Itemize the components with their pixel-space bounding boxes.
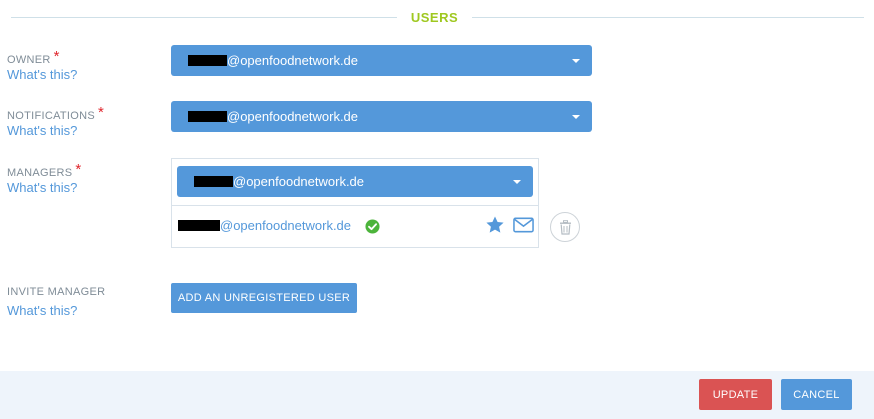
section-title: USERS bbox=[410, 10, 459, 25]
required-mark: * bbox=[53, 48, 60, 65]
chevron-down-icon bbox=[572, 115, 580, 119]
cancel-button[interactable]: CANCEL bbox=[781, 379, 852, 410]
managers-help-link[interactable]: What's this? bbox=[7, 180, 77, 195]
managers-box: @openfoodnetwork.de @openfoodnetwork.de bbox=[171, 158, 539, 248]
divider-right bbox=[472, 17, 864, 18]
star-icon[interactable] bbox=[485, 215, 505, 235]
managers-label: MANAGERS * bbox=[7, 161, 82, 180]
form-footer: UPDATE CANCEL bbox=[0, 371, 874, 419]
notifications-label: NOTIFICATIONS * bbox=[7, 104, 105, 123]
owner-label-text: OWNER bbox=[7, 54, 51, 66]
managers-label-text: MANAGERS bbox=[7, 167, 73, 179]
notifications-select-value: @openfoodnetwork.de bbox=[227, 109, 359, 124]
managers-select-value: @openfoodnetwork.de bbox=[233, 174, 365, 189]
manager-row: @openfoodnetwork.de bbox=[172, 206, 538, 248]
redacted-text bbox=[188, 55, 227, 66]
chevron-down-icon bbox=[572, 59, 580, 63]
section-header: USERS bbox=[0, 0, 874, 36]
check-circle-icon bbox=[365, 219, 380, 234]
envelope-icon[interactable] bbox=[513, 217, 534, 233]
update-button[interactable]: UPDATE bbox=[699, 379, 772, 410]
invite-manager-label: INVITE MANAGER bbox=[7, 286, 106, 298]
manager-email: @openfoodnetwork.de bbox=[220, 218, 352, 233]
invite-manager-help-link[interactable]: What's this? bbox=[7, 303, 77, 318]
notifications-label-text: NOTIFICATIONS bbox=[7, 110, 96, 122]
chevron-down-icon bbox=[513, 180, 521, 184]
redacted-text bbox=[178, 220, 220, 231]
notifications-help-link[interactable]: What's this? bbox=[7, 123, 77, 138]
managers-select[interactable]: @openfoodnetwork.de bbox=[177, 166, 533, 197]
required-mark: * bbox=[98, 104, 105, 121]
owner-label: OWNER * bbox=[7, 48, 60, 67]
trash-icon bbox=[560, 220, 571, 235]
owner-help-link[interactable]: What's this? bbox=[7, 67, 77, 82]
divider-left bbox=[11, 17, 397, 18]
owner-select-value: @openfoodnetwork.de bbox=[227, 53, 359, 68]
redacted-text bbox=[194, 176, 233, 187]
add-unregistered-user-button[interactable]: ADD AN UNREGISTERED USER bbox=[171, 283, 357, 313]
delete-manager-button[interactable] bbox=[550, 212, 580, 242]
owner-select[interactable]: @openfoodnetwork.de bbox=[171, 45, 592, 76]
required-mark: * bbox=[75, 161, 82, 178]
notifications-select[interactable]: @openfoodnetwork.de bbox=[171, 101, 592, 132]
redacted-text bbox=[188, 111, 227, 122]
